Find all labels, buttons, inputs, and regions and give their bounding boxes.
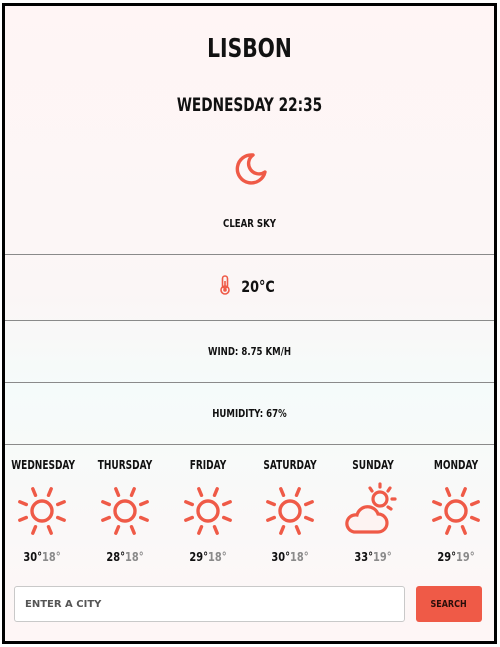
forecast-list: WEDNESDAY 30°18° THURSDAY 28°18° FRIDAY … (5, 458, 494, 578)
forecast-temps: 30°18° (256, 550, 323, 564)
wind-row: WIND: 8.75 KM/H (5, 320, 494, 382)
forecast-day: THURSDAY 28°18° (84, 458, 166, 564)
forecast-day-name: SUNDAY (352, 458, 394, 472)
forecast-day: SUNDAY 33°19° (332, 458, 414, 564)
search-button[interactable]: SEARCH (416, 586, 482, 622)
forecast-day-name: MONDAY (433, 458, 479, 472)
current-datetime: WEDNESDAY 22:35 (176, 94, 323, 116)
current-temperature: 20°C (241, 277, 276, 296)
forecast-divider (5, 444, 494, 445)
forecast-high: 33° (354, 550, 373, 564)
search-bar: SEARCH (14, 586, 482, 622)
forecast-day: FRIDAY 29°18° (167, 458, 249, 564)
crescent-moon-icon (235, 153, 267, 185)
sun-icon (184, 487, 232, 535)
wind-speed: WIND: 8.75 KM/H (207, 345, 292, 358)
city-search-input[interactable] (14, 586, 405, 622)
forecast-day: MONDAY 29°19° (415, 458, 494, 564)
sun-icon (266, 487, 314, 535)
sun-icon (18, 487, 66, 535)
forecast-high: 29° (189, 550, 208, 564)
forecast-day: WEDNESDAY 30°18° (5, 458, 83, 564)
forecast-temps: 29°18° (174, 550, 241, 564)
forecast-day-name: WEDNESDAY (11, 458, 76, 472)
forecast-low: 19° (456, 550, 475, 564)
humidity-row: HUMIDITY: 67% (5, 382, 494, 444)
forecast-high: 28° (106, 550, 125, 564)
temperature-row: 20°C (5, 254, 494, 320)
forecast-high: 29° (437, 550, 456, 564)
forecast-low: 18° (42, 550, 61, 564)
forecast-day-name: THURSDAY (97, 458, 153, 472)
forecast-low: 18° (208, 550, 227, 564)
forecast-day-name: FRIDAY (189, 458, 227, 472)
humidity-value: HUMIDITY: 67% (212, 407, 287, 420)
forecast-temps: 30°18° (8, 550, 75, 564)
forecast-low: 18° (125, 550, 144, 564)
weather-condition: CLEAR SKY (223, 217, 276, 230)
forecast-temps: 29°19° (422, 550, 489, 564)
forecast-temps: 33°19° (339, 550, 406, 564)
search-button-label: SEARCH (430, 598, 468, 610)
forecast-low: 18° (290, 550, 309, 564)
thermometer-icon (220, 275, 231, 295)
forecast-temps: 28°18° (91, 550, 158, 564)
forecast-high: 30° (271, 550, 290, 564)
sun-icon (101, 487, 149, 535)
forecast-high: 30° (23, 550, 42, 564)
partly-cloudy-icon (345, 482, 397, 534)
forecast-low: 19° (373, 550, 392, 564)
sun-icon (432, 487, 480, 535)
city-name: LISBON (207, 34, 292, 64)
forecast-day-name: SATURDAY (263, 458, 317, 472)
weather-app: LISBON WEDNESDAY 22:35 CLEAR SKY 20°C WI… (2, 3, 497, 644)
forecast-day: SATURDAY 30°18° (249, 458, 331, 564)
